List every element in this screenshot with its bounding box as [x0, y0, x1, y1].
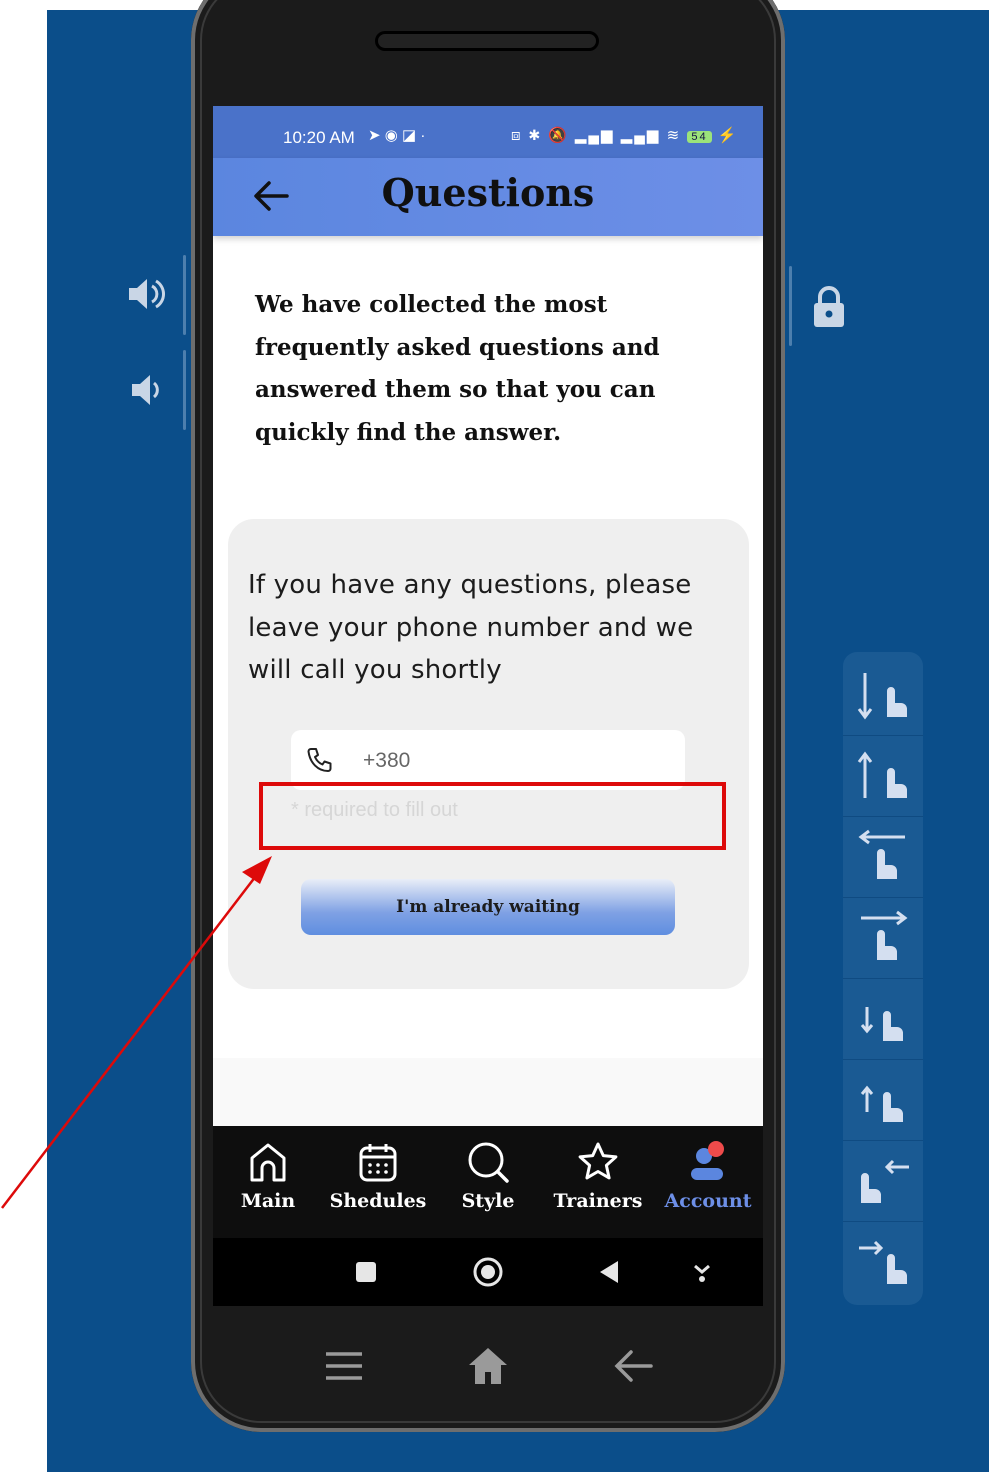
annotation-arrow — [1, 856, 272, 1209]
